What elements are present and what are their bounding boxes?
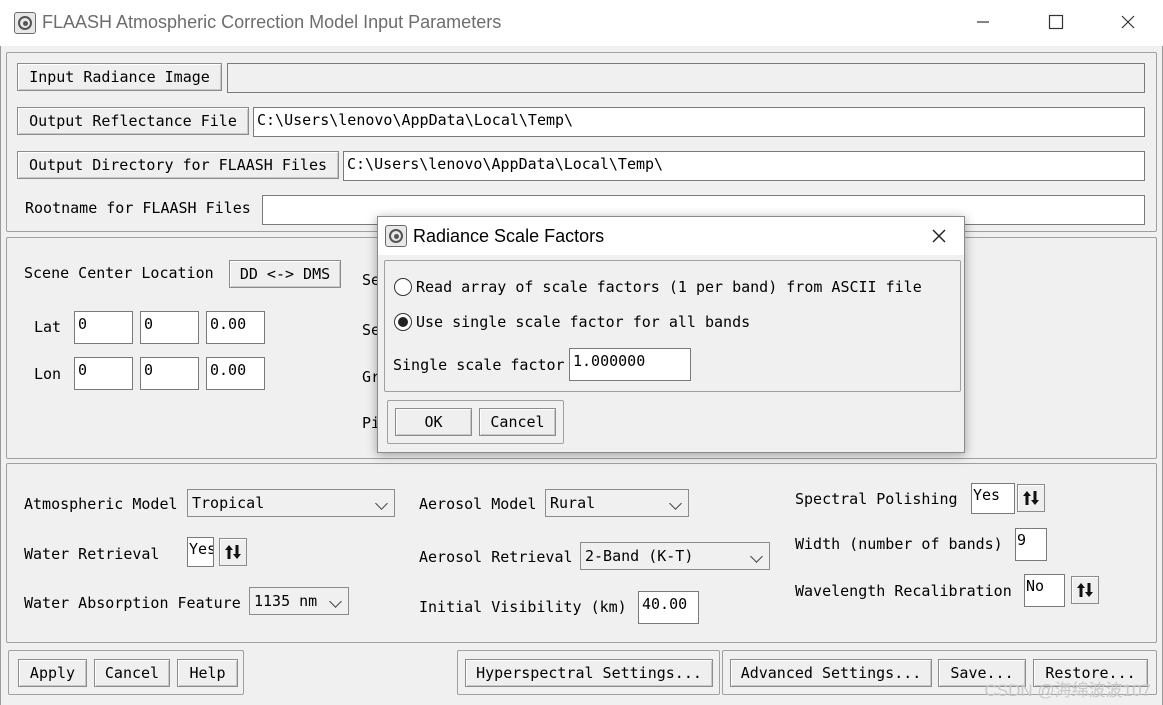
action-button-group: Apply Cancel Help — [8, 650, 244, 695]
atmospheric-panel: Atmospheric Model Tropical Water Retriev… — [6, 463, 1157, 643]
close-icon — [1121, 15, 1135, 29]
chevron-down-icon — [375, 497, 388, 510]
dialog-cancel-button[interactable]: Cancel — [479, 408, 556, 436]
maximize-button[interactable] — [1033, 4, 1079, 40]
wavelength-recal-label: Wavelength Recalibration — [795, 582, 1012, 600]
ascii-file-label: Read array of scale factors (1 per band)… — [416, 278, 922, 296]
window-title: FLAASH Atmospheric Correction Model Inpu… — [42, 12, 502, 32]
aerosol-model-value: Rural — [550, 494, 596, 512]
aerosol-retrieval-select[interactable]: 2-Band (K-T) — [580, 542, 770, 570]
dd-dms-button[interactable]: DD <-> DMS — [229, 260, 341, 288]
water-absorption-select[interactable]: 1135 nm — [249, 587, 349, 615]
dialog-title-bar: Radiance Scale Factors — [378, 217, 964, 255]
chevron-down-icon — [669, 497, 682, 510]
atmospheric-model-label: Atmospheric Model — [24, 495, 178, 513]
width-field[interactable]: 9 — [1015, 528, 1047, 561]
close-button[interactable] — [1105, 4, 1151, 40]
maximize-icon — [1048, 14, 1064, 30]
water-retrieval-label: Water Retrieval — [24, 545, 160, 563]
aerosol-model-select[interactable]: Rural — [545, 489, 689, 517]
spectral-polishing-toggle[interactable] — [1017, 484, 1045, 512]
chevron-down-icon — [750, 550, 763, 563]
water-absorption-value: 1135 nm — [254, 592, 318, 610]
water-retrieval-value: Yes — [187, 537, 214, 567]
hyperspectral-group: Hyperspectral Settings... — [457, 650, 720, 695]
chevron-down-icon — [329, 595, 342, 608]
minimize-icon — [977, 21, 989, 23]
app-icon — [14, 12, 36, 34]
lon-sec-field[interactable]: 0.00 — [206, 357, 265, 390]
input-radiance-button[interactable]: Input Radiance Image — [17, 63, 222, 91]
lon-label: Lon — [34, 365, 62, 383]
aerosol-retrieval-value: 2-Band (K-T) — [585, 547, 694, 565]
output-directory-field[interactable]: C:\Users\lenovo\AppData\Local\Temp\ — [343, 151, 1145, 181]
aerosol-model-label: Aerosol Model — [419, 495, 537, 513]
single-factor-option-label: Use single scale factor for all bands — [416, 313, 751, 331]
file-panel: Input Radiance Image Output Reflectance … — [6, 52, 1157, 232]
aerosol-retrieval-label: Aerosol Retrieval — [419, 548, 573, 566]
atmospheric-model-value: Tropical — [192, 494, 265, 512]
spectral-polishing-label: Spectral Polishing — [795, 490, 958, 508]
scale-options-panel: Read array of scale factors (1 per band)… — [384, 260, 961, 392]
dialog-title: Radiance Scale Factors — [413, 226, 605, 246]
output-reflectance-button[interactable]: Output Reflectance File — [17, 107, 249, 135]
ok-button[interactable]: OK — [395, 408, 472, 436]
title-bar: FLAASH Atmospheric Correction Model Inpu… — [0, 0, 1163, 46]
hyperspectral-settings-button[interactable]: Hyperspectral Settings... — [465, 659, 713, 687]
apply-button[interactable]: Apply — [18, 659, 87, 687]
help-button[interactable]: Help — [177, 659, 238, 687]
output-reflectance-field[interactable]: C:\Users\lenovo\AppData\Local\Temp\ — [253, 107, 1145, 137]
radiance-scale-dialog: Radiance Scale Factors Read array of sca… — [377, 216, 965, 453]
input-radiance-field[interactable] — [227, 63, 1145, 93]
water-absorption-label: Water Absorption Feature — [24, 594, 241, 612]
lat-deg-field[interactable]: 0 — [74, 311, 133, 344]
width-label: Width (number of bands) — [795, 535, 1003, 553]
lon-deg-field[interactable]: 0 — [74, 357, 133, 390]
single-factor-radio[interactable] — [394, 313, 412, 331]
lat-label: Lat — [34, 318, 62, 336]
dialog-button-group: OK Cancel — [387, 400, 564, 444]
up-down-arrows-icon — [1023, 491, 1039, 505]
single-scale-field[interactable]: 1.000000 — [569, 348, 691, 381]
dialog-close-button[interactable] — [924, 222, 954, 250]
lat-sec-field[interactable]: 0.00 — [206, 311, 265, 344]
rootname-label: Rootname for FLAASH Files — [25, 199, 251, 217]
cancel-button[interactable]: Cancel — [94, 659, 170, 687]
lon-min-field[interactable]: 0 — [140, 357, 199, 390]
lat-min-field[interactable]: 0 — [140, 311, 199, 344]
spectral-polishing-value: Yes — [971, 483, 1015, 514]
single-scale-label: Single scale factor — [393, 356, 565, 374]
minimize-button[interactable] — [960, 4, 1006, 40]
ascii-file-radio[interactable] — [394, 278, 412, 296]
wavelength-recal-toggle[interactable] — [1071, 576, 1099, 604]
initial-visibility-field[interactable]: 40.00 — [638, 591, 699, 624]
atmospheric-model-select[interactable]: Tropical — [187, 489, 395, 517]
dialog-app-icon — [385, 225, 407, 247]
water-retrieval-toggle[interactable] — [219, 538, 247, 566]
scene-center-label: Scene Center Location — [24, 264, 214, 282]
wavelength-recal-value: No — [1024, 574, 1065, 607]
up-down-arrows-icon — [1077, 583, 1093, 597]
advanced-settings-button[interactable]: Advanced Settings... — [730, 659, 932, 687]
output-directory-button[interactable]: Output Directory for FLAASH Files — [17, 151, 339, 179]
up-down-arrows-icon — [225, 545, 241, 559]
watermark: CSDN @海绵波波107 — [984, 681, 1151, 700]
initial-visibility-label: Initial Visibility (km) — [419, 598, 627, 616]
close-icon — [932, 229, 946, 243]
